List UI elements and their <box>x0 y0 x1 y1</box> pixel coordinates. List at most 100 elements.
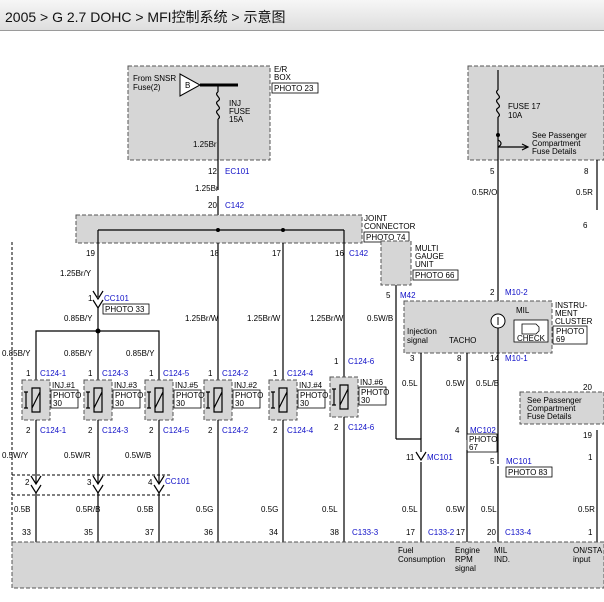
multi-gauge-unit-box <box>380 240 412 286</box>
joint-conn: C142 <box>225 201 245 210</box>
ecm-label-fuel-2: Consumption <box>398 555 445 564</box>
injector-label: INJ.#4 <box>299 381 323 390</box>
fuse17-rating: 10A <box>508 111 523 120</box>
cluster-title3: CLUSTER <box>555 317 593 326</box>
wire-05r-right: 0.5R <box>576 188 593 197</box>
injector-cc-pin: 4 <box>148 478 153 487</box>
injector-bot-pin: 2 <box>149 426 154 435</box>
cc101-wire: 1.25Br/Y <box>60 269 92 278</box>
fuse2-label: Fuse(2) <box>133 83 161 92</box>
mc101b-photo: PHOTO 83 <box>508 468 548 477</box>
joint-pin-17: 17 <box>272 249 281 258</box>
cc101-pin: 1 <box>88 294 93 303</box>
breadcrumb[interactable]: 2005 > G 2.7 DOHC > MFI控制系统 > 示意图 <box>5 7 285 27</box>
mc102-pin: 4 <box>455 426 460 435</box>
injector-bot-pin: 2 <box>208 426 213 435</box>
ecm-right-wire-3: 0.5L <box>481 505 497 514</box>
connector-arrow-icon <box>92 484 104 495</box>
wire-top-3: 0.85B/Y <box>64 349 93 358</box>
joint-pin-16: 16 <box>335 249 344 258</box>
wire-above-joint: 1.25Br <box>195 184 219 193</box>
joint-pin-19: 19 <box>86 249 95 258</box>
injector-top-pin: 1 <box>273 369 278 378</box>
cc101-wire-out: 0.85B/Y <box>64 314 93 323</box>
injector-photo2: 30 <box>300 399 309 408</box>
connector-arrow-icon <box>30 484 42 495</box>
injector-wire2: 0.5R/B <box>76 505 100 514</box>
injector-ecm-pin: 38 <box>330 528 339 537</box>
splice-dot <box>95 328 101 334</box>
mgu-photo: PHOTO 66 <box>415 271 455 280</box>
injector-photo2: 30 <box>361 396 370 405</box>
far-right-pin6: 6 <box>583 221 588 230</box>
wire-top-6: 1.25Br/W <box>310 314 344 323</box>
connector-b-label: B <box>185 81 190 90</box>
injector-ecm-pin: 34 <box>269 528 278 537</box>
mc101-conn: MC101 <box>427 453 453 462</box>
injector-bot-pin: 2 <box>334 423 339 432</box>
injector-bot-conn: C124-3 <box>102 426 129 435</box>
wire-05ro: 0.5R/O <box>472 188 497 197</box>
injector-top-conn: C124-3 <box>102 369 129 378</box>
injector-bot-conn: C124-1 <box>40 426 67 435</box>
mgu-title3: UNIT <box>415 260 434 269</box>
injector-group: 1 C124-1INJ.#1PHOTO302 C124-10.5W/Y20.5B33… <box>2 242 389 564</box>
ecm-right-wire-2: 0.5W <box>446 505 465 514</box>
injector-ecm-pin: 37 <box>145 528 154 537</box>
joint-pin: 20 <box>208 201 217 210</box>
injector-wire2: 0.5G <box>196 505 213 514</box>
splice-dot <box>281 228 285 232</box>
injector-top-pin: 1 <box>149 369 154 378</box>
injector-ecm-pin: 36 <box>204 528 213 537</box>
cluster-check: CHECK <box>517 334 546 343</box>
breadcrumb-bar: 2005 > G 2.7 DOHC > MFI控制系统 > 示意图 <box>0 0 604 31</box>
lower-wire-05lb: 0.5L/B <box>476 379 499 388</box>
wire-top-4: 1.25Br/W <box>247 314 281 323</box>
cluster-injection2: signal <box>407 336 428 345</box>
injector-top-pin: 1 <box>26 369 31 378</box>
injector-top-conn: C124-2 <box>222 369 249 378</box>
injector-photo2: 30 <box>235 399 244 408</box>
injector-ecm-pin: 33 <box>22 528 31 537</box>
cc101-bottom-conn: CC101 <box>165 477 190 486</box>
mc102-photo2: 67 <box>469 443 478 452</box>
right-fuse-see3: Fuse Details <box>532 147 576 156</box>
cluster-conn-top: M10-2 <box>505 288 528 297</box>
injector-top-pin: 1 <box>88 369 93 378</box>
injector-wire: 0.5W/B <box>125 451 151 460</box>
injector-bot-pin: 2 <box>26 426 31 435</box>
injector-bot-pin: 2 <box>273 426 278 435</box>
ecm-right-wire-1: 0.5L <box>402 505 418 514</box>
ecm-conn3: C133-4 <box>505 528 532 537</box>
mgu-conn: M42 <box>400 291 416 300</box>
ecm-label-onsta-2: input <box>573 555 591 564</box>
ec101-pin: 12 <box>208 167 217 176</box>
ecm-label-fuel-1: Fuel <box>398 546 414 555</box>
injector-label: INJ.#2 <box>234 381 258 390</box>
see-passenger-3: Fuse Details <box>527 412 571 421</box>
injector-bot-conn: C124-2 <box>222 426 249 435</box>
cluster-tacho: TACHO <box>449 336 476 345</box>
injector-top-pin: 1 <box>208 369 213 378</box>
connector-arrow-icon <box>153 484 165 495</box>
injector-bot-conn: C124-5 <box>163 426 190 435</box>
lower-wire-05l: 0.5L <box>402 379 418 388</box>
connector-arrow-icon <box>415 451 427 462</box>
right-fuse-pin-a: 5 <box>490 167 495 176</box>
injector-cc-pin: 3 <box>87 478 92 487</box>
injector-top-conn: C124-5 <box>163 369 190 378</box>
injector-photo2: 30 <box>176 399 185 408</box>
wire-top-1: 0.85B/Y <box>2 349 31 358</box>
mc101b-conn: MC101 <box>506 457 532 466</box>
cluster-pin-top: 2 <box>490 288 495 297</box>
er-box-photo: PHOTO 23 <box>274 84 314 93</box>
cluster-mil: MIL <box>516 306 530 315</box>
injector-cc-pin: 2 <box>25 478 30 487</box>
injector-top-conn: C124-1 <box>40 369 67 378</box>
splice-dot <box>216 228 220 232</box>
ecm-label-rpm-3: signal <box>455 564 476 573</box>
ecm-label-mil-1: MIL <box>494 546 508 555</box>
wire-top-2: 1.25Br/W <box>185 314 219 323</box>
mgu-wire: 0.5W/B <box>367 314 393 323</box>
joint-conn2: C142 <box>349 249 369 258</box>
